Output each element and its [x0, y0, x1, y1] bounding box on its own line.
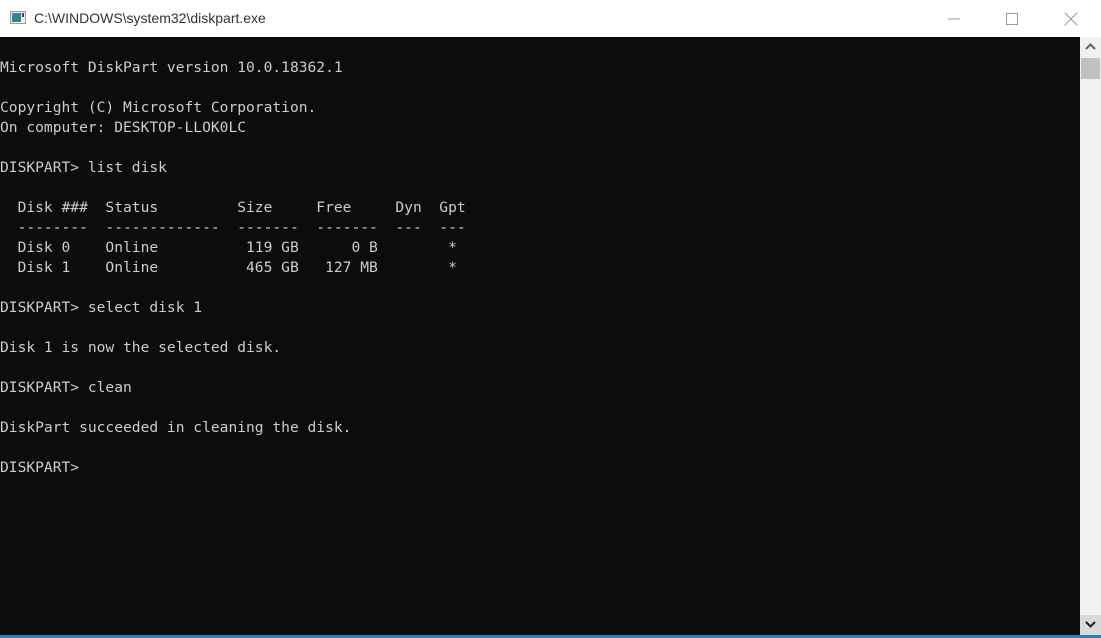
title-bar[interactable]: C:\WINDOWS\system32\diskpart.exe — [0, 0, 1101, 37]
console-line: Copyright (C) Microsoft Corporation. — [0, 99, 317, 116]
scrollbar-thumb[interactable] — [1081, 58, 1100, 79]
console-app-icon-pane — [12, 13, 21, 22]
maximize-icon — [1006, 12, 1018, 25]
disk-table-header: Disk ### Status Size Free Dyn Gpt — [0, 199, 466, 216]
chevron-up-icon — [1085, 43, 1096, 50]
console-output-area[interactable]: Microsoft DiskPart version 10.0.18362.1 C… — [0, 37, 1080, 635]
command-prompt[interactable]: DISKPART> — [0, 458, 466, 478]
console-line: DISKPART> select disk 1 — [0, 299, 203, 316]
scroll-up-button[interactable] — [1080, 37, 1101, 57]
close-button[interactable] — [1042, 0, 1100, 37]
disk-table-row: Disk 0 Online 119 GB 0 B * — [0, 239, 457, 256]
window-title: C:\WINDOWS\system32\diskpart.exe — [34, 10, 266, 26]
console-text: Microsoft DiskPart version 10.0.18362.1 C… — [0, 58, 466, 478]
console-line: Microsoft DiskPart version 10.0.18362.1 — [0, 59, 343, 76]
console-line: On computer: DESKTOP-LLOK0LC — [0, 119, 247, 136]
vertical-scrollbar[interactable] — [1080, 37, 1101, 635]
maximize-button[interactable] — [983, 0, 1041, 37]
console-line: DISKPART> clean — [0, 379, 132, 396]
chevron-down-icon — [1085, 621, 1096, 628]
console-line: DISKPART> list disk — [0, 159, 167, 176]
scroll-down-button[interactable] — [1080, 615, 1101, 635]
minimize-icon — [948, 18, 960, 19]
minimize-button[interactable] — [925, 0, 983, 37]
console-app-icon[interactable] — [10, 11, 26, 24]
close-icon — [1064, 12, 1078, 25]
console-line: DiskPart succeeded in cleaning the disk. — [0, 419, 352, 436]
disk-table-separator: -------- ------------- ------- ------- -… — [0, 219, 466, 236]
console-line: Disk 1 is now the selected disk. — [0, 339, 282, 356]
console-app-icon-bar — [22, 13, 24, 17]
disk-table-row: Disk 1 Online 465 GB 127 MB * — [0, 259, 457, 276]
